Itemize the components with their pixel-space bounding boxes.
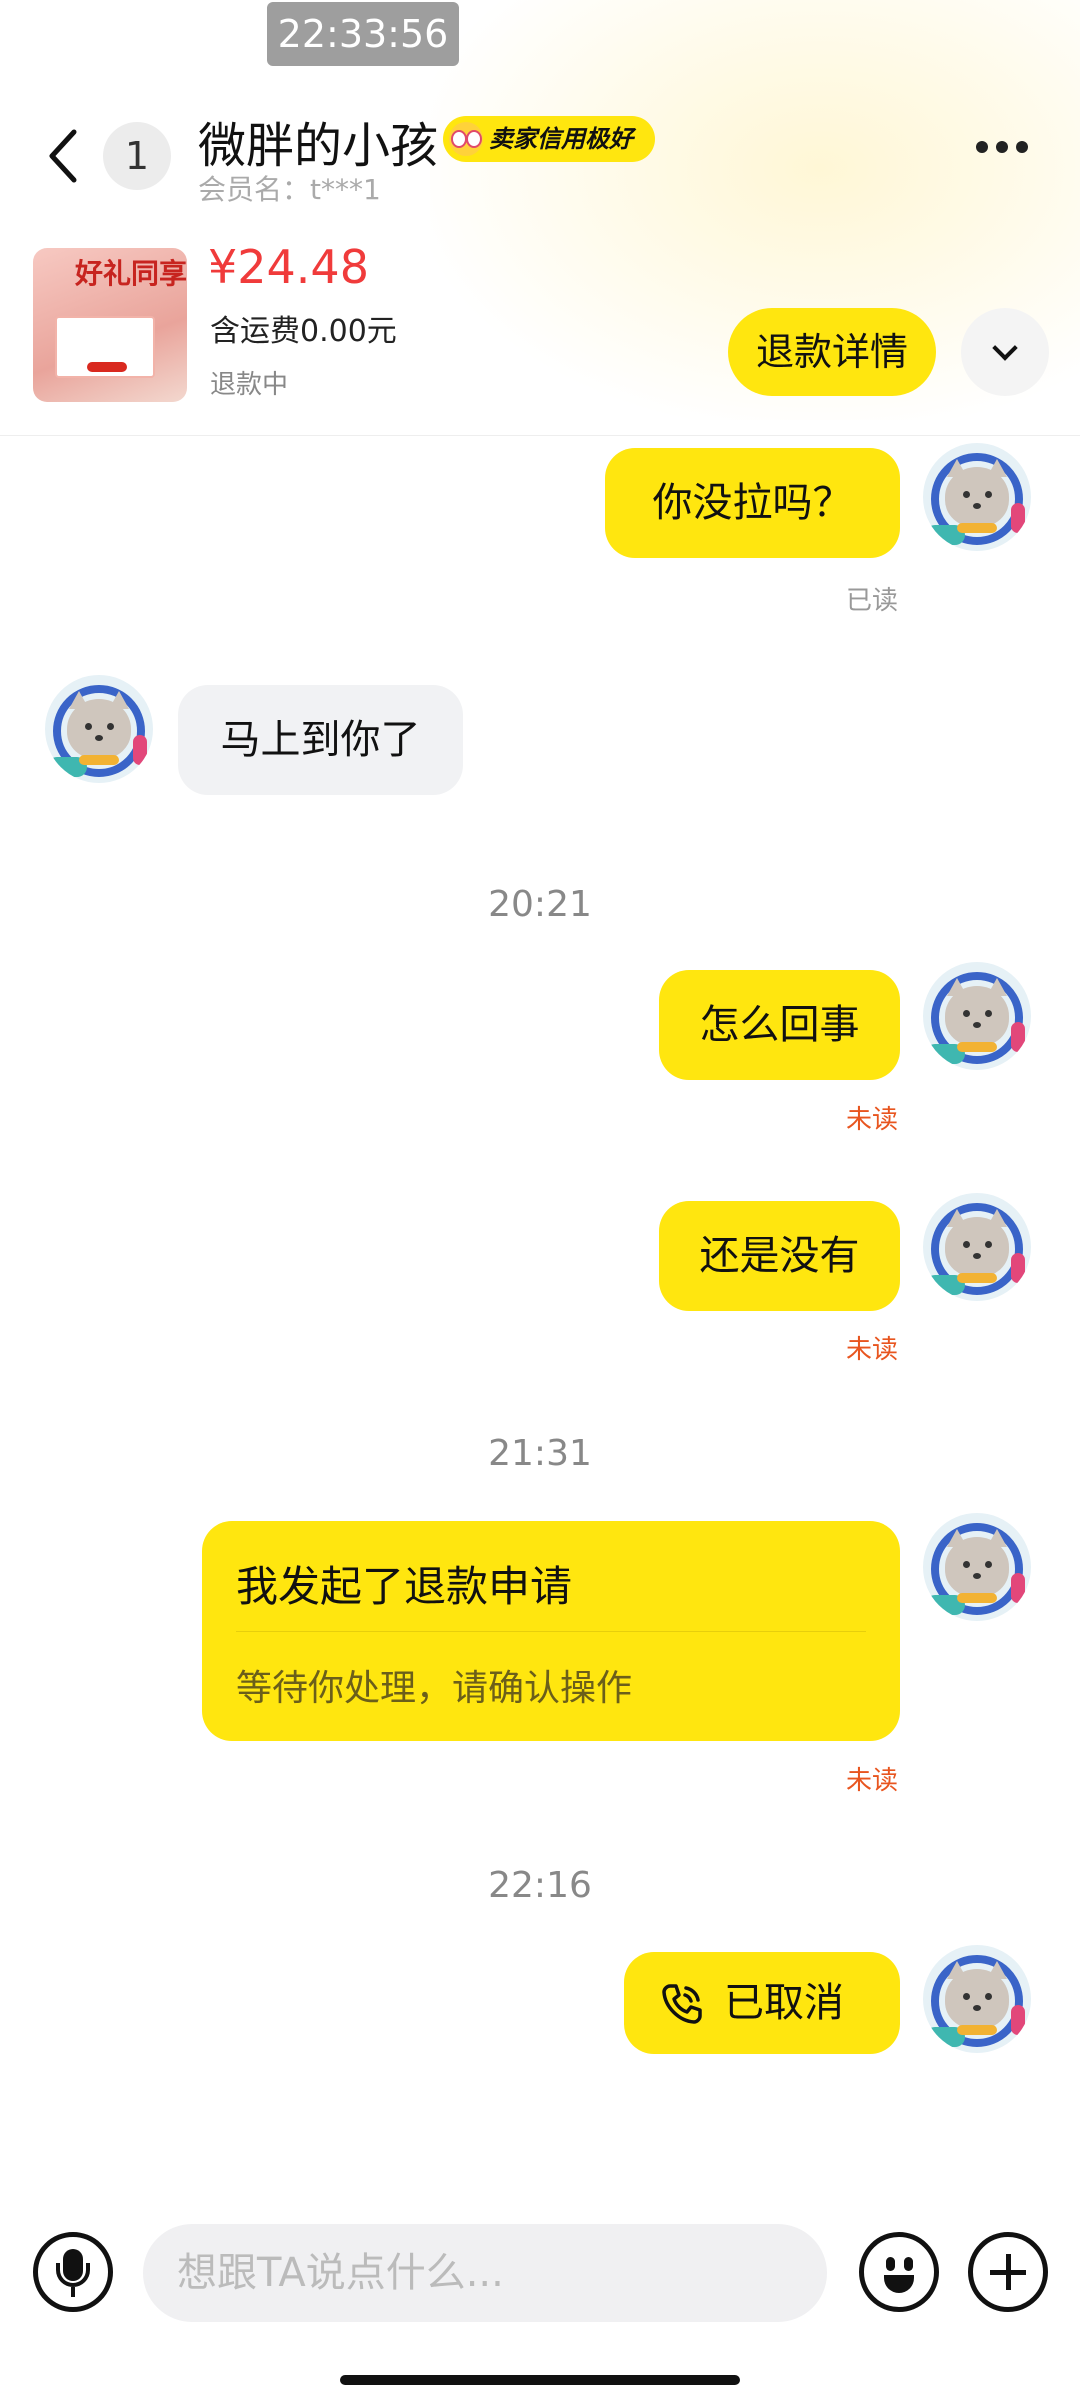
- unread-receipt: 未读: [846, 1105, 899, 1135]
- product-thumbnail[interactable]: 好礼同享: [33, 248, 187, 402]
- order-status: 退款中: [210, 370, 289, 400]
- refund-request-card[interactable]: 我发起了退款申请 等待你处理，请确认操作: [202, 1521, 900, 1741]
- refund-request-title: 我发起了退款申请: [236, 1562, 573, 1611]
- unread-count-badge[interactable]: 1: [103, 122, 171, 190]
- shipping-fee: 含运费0.00元: [210, 314, 397, 349]
- my-avatar[interactable]: [923, 443, 1031, 551]
- eyes-emoji-icon: [449, 122, 483, 156]
- message-bubble-sent[interactable]: 怎么回事: [659, 970, 900, 1080]
- message-bubble-sent[interactable]: 还是没有: [659, 1201, 900, 1311]
- status-bar-time: 22:33:56: [267, 2, 459, 66]
- call-status-label: 已取消: [724, 1980, 844, 2026]
- call-cancelled-bubble[interactable]: 已取消: [624, 1952, 900, 2054]
- seller-credit-badge[interactable]: 卖家信用极好: [443, 116, 655, 162]
- emoji-icon[interactable]: [859, 2232, 939, 2312]
- order-price: ¥24.48: [208, 240, 369, 294]
- microphone-icon[interactable]: [33, 2232, 113, 2312]
- phone-call-icon: [662, 1984, 702, 2024]
- unread-receipt: 未读: [846, 1335, 899, 1365]
- back-arrow-icon[interactable]: [44, 124, 88, 188]
- my-avatar[interactable]: [923, 1945, 1031, 2053]
- my-avatar[interactable]: [923, 962, 1031, 1070]
- card-divider: [236, 1631, 866, 1632]
- seller-credit-label: 卖家信用极好: [489, 125, 633, 153]
- refund-detail-button[interactable]: 退款详情: [728, 308, 936, 396]
- shop-name[interactable]: 微胖的小孩: [198, 106, 438, 176]
- home-indicator[interactable]: [340, 2375, 740, 2385]
- member-id: 会员名：t***1: [198, 173, 381, 206]
- message-timestamp: 21:31: [488, 1433, 592, 1474]
- more-options-icon[interactable]: [976, 138, 1040, 168]
- unread-receipt: 未读: [846, 1766, 899, 1796]
- message-timestamp: 22:16: [488, 1865, 592, 1906]
- refund-request-subtitle: 等待你处理，请确认操作: [236, 1668, 633, 1709]
- thumbnail-text: 好礼同享: [75, 257, 187, 290]
- message-input[interactable]: [143, 2224, 827, 2322]
- message-bubble-received[interactable]: 马上到你了: [178, 685, 463, 795]
- my-avatar[interactable]: [923, 1513, 1031, 1621]
- message-timestamp: 20:21: [488, 884, 592, 925]
- chevron-down-icon[interactable]: [961, 308, 1049, 396]
- seller-avatar[interactable]: [45, 675, 153, 783]
- message-bubble-sent[interactable]: 你没拉吗？: [605, 448, 900, 558]
- header-divider: [0, 435, 1080, 436]
- plus-icon[interactable]: [968, 2232, 1048, 2312]
- read-receipt: 已读: [846, 586, 899, 616]
- my-avatar[interactable]: [923, 1193, 1031, 1301]
